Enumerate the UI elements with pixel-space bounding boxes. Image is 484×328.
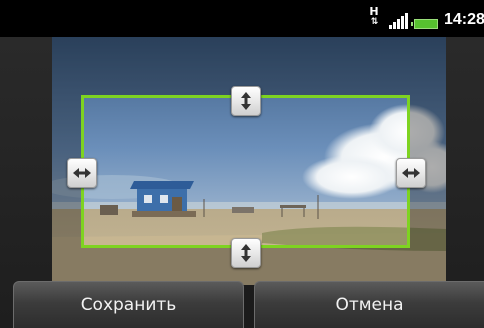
battery-icon bbox=[411, 19, 438, 29]
horizontal-resize-icon bbox=[402, 168, 420, 178]
crop-handle-right[interactable] bbox=[396, 158, 426, 188]
horizontal-resize-icon bbox=[73, 168, 91, 178]
network-type-label: H bbox=[369, 5, 379, 18]
crop-frame[interactable] bbox=[81, 95, 410, 248]
vertical-resize-icon bbox=[241, 244, 251, 262]
save-button[interactable]: Сохранить bbox=[13, 281, 244, 328]
crop-handle-top[interactable] bbox=[231, 86, 261, 116]
network-type-indicator: H ⇅ bbox=[367, 6, 381, 32]
status-bar: H ⇅ 14:28 bbox=[0, 0, 484, 37]
vertical-resize-icon bbox=[241, 92, 251, 110]
status-time: 14:28 bbox=[444, 11, 484, 28]
crop-handle-left[interactable] bbox=[67, 158, 97, 188]
crop-handle-bottom[interactable] bbox=[231, 238, 261, 268]
network-activity-icon: ⇅ bbox=[370, 17, 379, 27]
signal-icon bbox=[389, 13, 409, 29]
cancel-button[interactable]: Отмена bbox=[254, 281, 484, 328]
